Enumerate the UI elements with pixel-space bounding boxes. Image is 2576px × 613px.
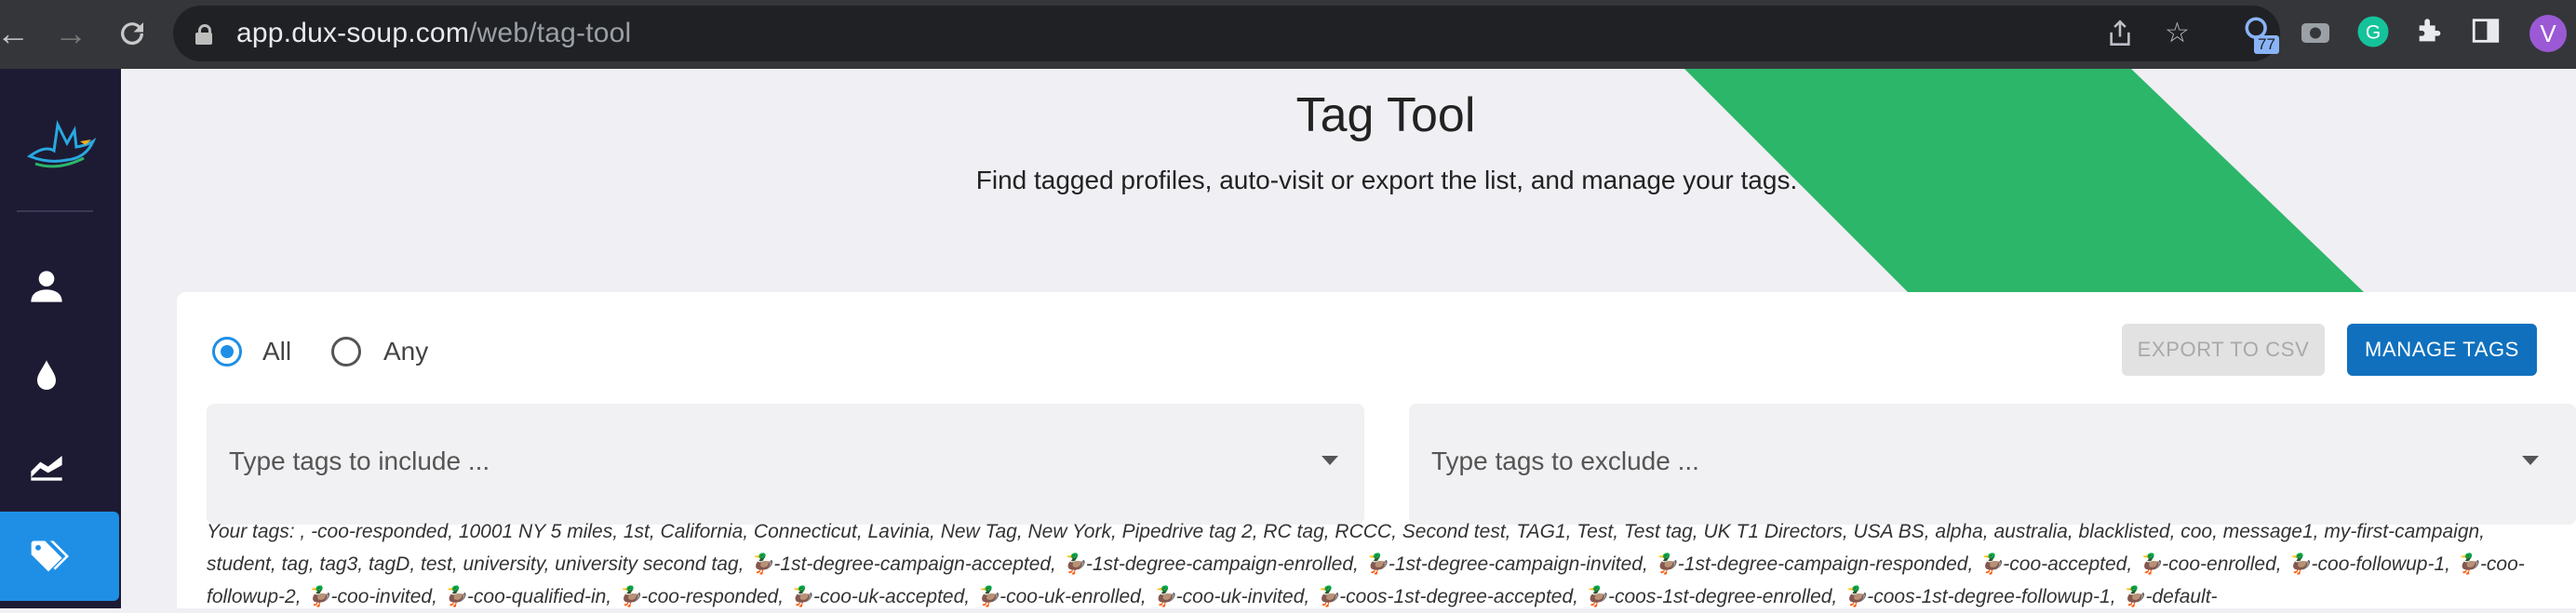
exclude-tags-input[interactable]: Type tags to exclude ... <box>1409 404 2576 525</box>
your-tags-list: Your tags: , -coo-responded, 10001 NY 5 … <box>207 521 2525 607</box>
sidebar-item-stats[interactable] <box>28 446 65 484</box>
url-text[interactable]: app.dux-soup.com/web/tag-tool <box>236 19 631 48</box>
forward-icon[interactable]: → <box>52 15 89 52</box>
exclude-tags-placeholder: Type tags to exclude ... <box>1431 446 1699 475</box>
export-csv-button[interactable]: EXPORT TO CSV <box>2122 324 2325 376</box>
radio-any-label[interactable]: Any <box>383 337 428 366</box>
back-icon[interactable]: ← <box>0 15 32 52</box>
sidebar <box>0 69 121 608</box>
manage-tags-button[interactable]: MANAGE TAGS <box>2347 324 2537 376</box>
tag-filter-card: All Any EXPORT TO CSV MANAGE TAGS Type t… <box>177 292 2576 608</box>
drop-icon <box>37 360 56 390</box>
tags-icon <box>31 540 69 572</box>
extensions-puzzle-icon[interactable] <box>2414 15 2451 52</box>
profile-avatar[interactable]: V <box>2529 15 2567 52</box>
page-title: Tag Tool <box>1295 88 1476 142</box>
share-icon[interactable] <box>2107 19 2133 55</box>
radio-all-label[interactable]: All <box>262 337 291 366</box>
chart-area-icon <box>31 456 62 481</box>
radio-all[interactable] <box>212 337 242 366</box>
browser-toolbar: ← → app.dux-soup.com/web/tag-tool ☆ 77 G… <box>0 0 2576 69</box>
page-subtitle: Find tagged profiles, auto-visit or expo… <box>975 166 1798 194</box>
extension-search-icon[interactable]: 77 <box>2243 15 2280 54</box>
radio-any[interactable] <box>331 337 361 366</box>
camera-icon[interactable] <box>2299 15 2336 52</box>
extension-badge: 77 <box>2254 35 2279 54</box>
chevron-down-icon[interactable] <box>2522 456 2539 465</box>
sidepanel-icon[interactable] <box>2470 15 2507 52</box>
sidebar-item-drip[interactable] <box>28 357 65 394</box>
reload-icon[interactable] <box>114 15 151 52</box>
sidebar-item-profile[interactable] <box>28 268 65 305</box>
include-tags-placeholder: Type tags to include ... <box>229 446 490 475</box>
address-bar[interactable]: app.dux-soup.com/web/tag-tool ☆ <box>173 6 2280 61</box>
bookmark-star-icon[interactable]: ☆ <box>2165 19 2190 48</box>
dux-soup-logo[interactable] <box>26 117 97 173</box>
svg-text:G: G <box>2366 22 2381 44</box>
lock-icon <box>195 24 212 45</box>
person-icon <box>31 271 62 302</box>
chevron-down-icon[interactable] <box>1322 456 1338 465</box>
include-tags-input[interactable]: Type tags to include ... <box>207 404 1364 525</box>
grammarly-icon[interactable]: G <box>2356 15 2394 52</box>
sidebar-divider <box>17 210 93 212</box>
sidebar-item-tags[interactable] <box>0 512 119 601</box>
